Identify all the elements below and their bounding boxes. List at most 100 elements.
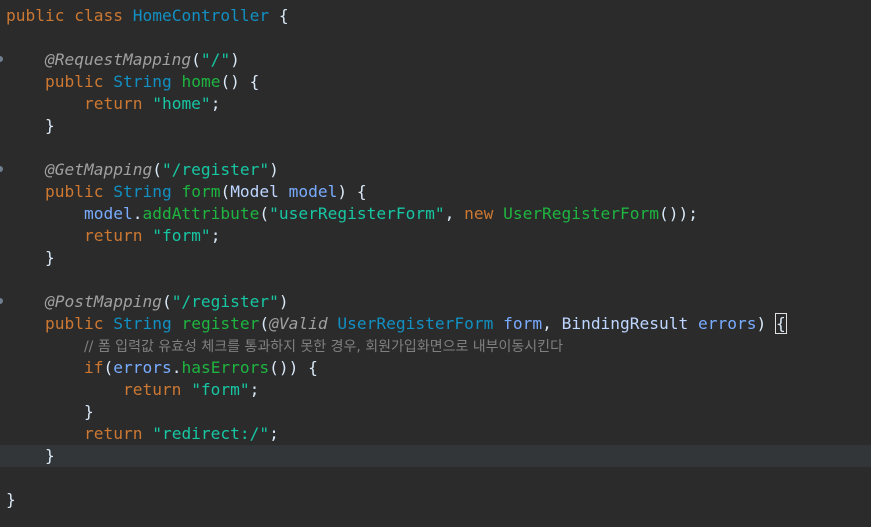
code-token: "redirect:/"	[152, 424, 270, 443]
code-token: "/"	[200, 50, 231, 69]
code-token: }	[6, 116, 55, 135]
code-token: ,	[444, 204, 465, 223]
code-line[interactable]: public class HomeController {	[0, 5, 871, 27]
code-token: ;	[269, 424, 279, 443]
code-token: register	[181, 314, 260, 333]
code-text: return "form";	[6, 225, 220, 247]
code-token: return	[83, 94, 153, 113]
code-token: }	[6, 248, 55, 267]
code-line[interactable]: public String form(Model model) {	[0, 181, 871, 203]
code-token: hasErrors	[181, 358, 270, 377]
code-token: "form"	[191, 380, 250, 399]
code-text: }	[6, 445, 55, 467]
code-token: public	[44, 72, 114, 91]
code-token: model	[288, 182, 338, 201]
code-token: "/register"	[161, 160, 270, 179]
code-token: )	[756, 314, 777, 333]
code-line[interactable]	[0, 467, 871, 489]
code-token: (	[161, 292, 172, 311]
code-line[interactable]: @PostMapping("/register")	[0, 291, 871, 313]
code-token: HomeController	[132, 6, 270, 25]
code-token: (	[152, 160, 162, 179]
code-token: Model	[230, 182, 289, 201]
code-text: @RequestMapping("/")	[6, 49, 240, 71]
code-line[interactable]: }	[0, 247, 871, 269]
code-token: (	[191, 50, 201, 69]
fold-marker-icon[interactable]	[0, 298, 3, 304]
code-line[interactable]: @GetMapping("/register")	[0, 159, 871, 181]
code-text: public class HomeController {	[6, 5, 289, 27]
code-text: return "home";	[6, 93, 220, 115]
fold-marker-icon[interactable]	[0, 56, 3, 62]
code-token: }	[6, 402, 94, 421]
fold-marker-icon[interactable]	[0, 166, 3, 172]
code-token: String	[113, 72, 182, 91]
code-line[interactable]: public String home() {	[0, 71, 871, 93]
code-line[interactable]	[0, 269, 871, 291]
code-text: return "redirect:/";	[6, 423, 279, 445]
code-line[interactable]: return "redirect:/";	[0, 423, 871, 445]
code-line[interactable]	[0, 137, 871, 159]
code-token: "/register"	[171, 292, 279, 311]
code-line-current[interactable]: }	[0, 445, 871, 467]
code-line[interactable]: @RequestMapping("/")	[0, 49, 871, 71]
code-token: return	[83, 424, 153, 443]
code-token: (	[103, 358, 114, 377]
code-token: @GetMapping	[44, 160, 153, 179]
code-line[interactable]: model.addAttribute("userRegisterForm", n…	[0, 203, 871, 225]
code-text: public String home() {	[6, 71, 259, 93]
code-token: ;	[210, 94, 221, 113]
code-line[interactable]: }	[0, 115, 871, 137]
code-token: String	[113, 314, 182, 333]
code-text: // 폼 입력값 유효성 체크를 통과하지 못한 경우, 회원가입화면으로 내부…	[6, 335, 563, 358]
code-line[interactable]: if(errors.hasErrors()) {	[0, 357, 871, 379]
code-token: .	[132, 204, 143, 223]
code-token: model	[83, 204, 133, 223]
code-token: UserRegisterForm	[503, 204, 660, 223]
code-text: }	[6, 247, 55, 269]
code-token: }	[6, 490, 16, 509]
code-token: "form"	[152, 226, 211, 245]
code-token: )	[269, 160, 279, 179]
code-line[interactable]: return "form";	[0, 225, 871, 247]
code-line[interactable]: }	[0, 489, 871, 511]
code-token: ,	[542, 314, 562, 333]
code-token: class	[74, 6, 133, 25]
code-line[interactable]: }	[0, 401, 871, 423]
code-text: return "form";	[6, 379, 259, 401]
code-line[interactable]: public String register(@Valid UserRegist…	[0, 313, 871, 335]
code-line[interactable]: return "home";	[0, 93, 871, 115]
matched-brace: {	[775, 313, 787, 334]
code-token: () {	[220, 72, 260, 91]
code-line[interactable]	[0, 27, 871, 49]
code-token: String	[113, 182, 182, 201]
code-token: ()) {	[269, 358, 318, 377]
code-token: @PostMapping	[44, 292, 162, 311]
code-text: @GetMapping("/register")	[6, 159, 279, 181]
code-text: }	[6, 115, 55, 137]
code-token: // 폼 입력값 유효성 체크를 통과하지 못한 경우, 회원가입화면으로 내부…	[83, 339, 563, 355]
code-token: @RequestMapping	[44, 50, 192, 69]
code-token: @Valid	[269, 314, 338, 333]
code-line[interactable]: return "form";	[0, 379, 871, 401]
code-token: .	[171, 358, 182, 377]
code-token: public	[44, 182, 114, 201]
code-editor[interactable]: public class HomeController { @RequestMa…	[0, 0, 871, 527]
code-token: (	[259, 314, 270, 333]
code-token: ;	[249, 380, 260, 399]
code-text: }	[6, 401, 94, 423]
code-text: }	[6, 489, 16, 511]
code-line[interactable]: // 폼 입력값 유효성 체크를 통과하지 못한 경우, 회원가입화면으로 내부…	[0, 335, 871, 357]
code-token: )	[230, 50, 240, 69]
code-text: @PostMapping("/register")	[6, 291, 289, 313]
